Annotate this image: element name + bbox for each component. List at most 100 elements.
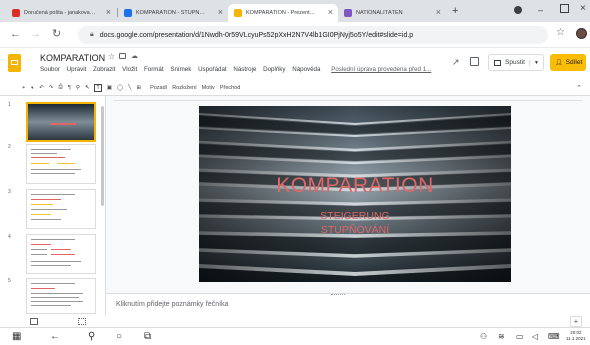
slide-subtitle-line-1[interactable]: STEIGERUNG <box>199 210 511 222</box>
battery-icon[interactable]: ▭ <box>516 331 524 343</box>
slide-number: 5 <box>8 278 11 284</box>
activity-trend-icon[interactable]: ↗ <box>452 57 460 68</box>
search-icon[interactable]: ⚲ <box>88 331 95 343</box>
slides-header: KOMPARATION ☆ ☁ Soubor Upravit Zobrazit … <box>0 48 590 80</box>
print-icon[interactable]: ⎙ <box>58 84 62 91</box>
docs-icon <box>124 9 132 17</box>
paint-format-icon[interactable]: ¶ <box>68 85 71 91</box>
chevron-down-icon[interactable]: ▼ <box>30 85 34 90</box>
filmstrip-view-icon[interactable] <box>30 318 38 325</box>
last-edit-link[interactable]: Poslední úprava provedena před 1... <box>331 66 431 73</box>
share-button[interactable]: 👤︎ Sdílet <box>550 54 586 71</box>
menu-item-slide[interactable]: Snímek <box>170 66 191 73</box>
slide-title[interactable]: KOMPARATION <box>199 174 511 198</box>
slide-subtitle-line-2[interactable]: STUPŇOVÁNÍ <box>199 224 511 236</box>
grid-view-icon[interactable] <box>78 318 86 325</box>
layout-button[interactable]: Rozložení <box>172 85 196 91</box>
close-icon[interactable]: × <box>218 7 223 17</box>
slide-filmstrip: 1 2 3 4 5 <box>0 96 106 316</box>
close-icon[interactable]: × <box>106 7 111 17</box>
menu-item-file[interactable]: Soubor <box>40 66 60 73</box>
avatar[interactable] <box>576 28 587 39</box>
menu-item-view[interactable]: Zobrazit <box>93 66 115 73</box>
comments-icon[interactable] <box>470 57 479 66</box>
line-icon[interactable]: ╲ <box>128 85 131 91</box>
menu-item-format[interactable]: Formát <box>144 66 164 73</box>
image-icon[interactable]: ▣ <box>107 85 112 91</box>
menu-item-arrange[interactable]: Uspořádat <box>198 66 227 73</box>
slide-thumbnail-4[interactable] <box>26 234 96 274</box>
tab-nationalitaten[interactable]: NATIONALITÄTEN × <box>338 4 446 22</box>
window-close-icon[interactable]: × <box>580 3 586 14</box>
slide-thumbnail-3[interactable] <box>26 189 96 229</box>
slide-number: 3 <box>8 189 11 195</box>
transition-button[interactable]: Přechod <box>220 85 241 91</box>
windows-start-icon[interactable]: ▦ <box>12 331 21 343</box>
star-icon[interactable]: ☆ <box>108 52 115 61</box>
bookmark-star-icon[interactable]: ☆ <box>556 27 565 38</box>
back-arrow-icon[interactable]: ← <box>50 331 60 343</box>
system-clock[interactable]: 20:02 11.1.2021 <box>566 330 586 342</box>
slide-number: 4 <box>8 234 11 240</box>
comment-add-icon[interactable]: ⊞ <box>136 85 141 91</box>
task-view-icon[interactable]: ⧉ <box>144 331 151 343</box>
explore-icon[interactable]: + <box>570 316 582 327</box>
menu-item-addons[interactable]: Doplňky <box>263 66 285 73</box>
back-arrow-icon[interactable]: ← <box>10 28 21 40</box>
url-text: docs.google.com/presentation/d/1Nwdh-0r5… <box>99 31 414 39</box>
menu-item-help[interactable]: Nápověda <box>292 66 320 73</box>
chevron-down-icon[interactable]: ▼ <box>529 59 539 66</box>
slide-canvas[interactable]: KOMPARATION STEIGERUNG STUPŇOVÁNÍ <box>199 106 511 282</box>
keyboard-icon[interactable]: ⌨ <box>548 331 560 343</box>
menu-item-tools[interactable]: Nástroje <box>233 66 256 73</box>
background-button[interactable]: Pozadí <box>150 85 167 91</box>
cortana-icon[interactable]: ○ <box>116 331 122 343</box>
forward-arrow-icon[interactable]: → <box>30 28 41 40</box>
profile-icon[interactable] <box>514 6 522 14</box>
slides-logo-icon[interactable] <box>8 54 21 72</box>
speaker-notes-panel[interactable]: Kliknutím přidejte poznámky řečníka <box>106 293 590 316</box>
tab-title: NATIONALITÄTEN <box>356 10 403 16</box>
tab-gmail[interactable]: Doručená pošta - janakova@... × <box>6 4 116 22</box>
doc-title[interactable]: KOMPARATION <box>40 53 105 63</box>
tab-title: KOMPARATION - Prezentace G... <box>246 10 329 16</box>
wifi-icon[interactable]: ≋ <box>498 331 505 343</box>
filmstrip-scrollbar[interactable] <box>101 106 104 206</box>
close-icon[interactable]: × <box>436 7 441 17</box>
menu-item-edit[interactable]: Upravit <box>67 66 87 73</box>
person-add-icon: 👤︎ <box>555 60 563 66</box>
select-cursor-icon[interactable]: ↖ <box>85 85 90 91</box>
move-folder-icon[interactable] <box>119 53 126 59</box>
people-icon[interactable]: ⚇ <box>480 331 487 343</box>
slide-thumbnail-2[interactable] <box>26 144 96 184</box>
slide-thumbnail-5[interactable] <box>26 278 96 314</box>
horizontal-ruler <box>114 96 582 101</box>
tab-komparation-doc[interactable]: KOMPARATION - STUPŇOVÁ... × <box>118 4 228 22</box>
reload-icon[interactable]: ↻ <box>52 27 61 40</box>
minimize-icon[interactable]: – <box>538 5 543 15</box>
new-slide-icon[interactable]: + <box>22 85 25 91</box>
maximize-icon[interactable] <box>560 4 569 13</box>
new-tab-button[interactable]: + <box>452 5 458 17</box>
forms-icon <box>344 9 352 17</box>
slide-thumbnail-1[interactable] <box>26 102 96 142</box>
speaker-notes-placeholder[interactable]: Kliknutím přidejte poznámky řečníka <box>116 301 228 308</box>
zoom-icon[interactable]: ⚲ <box>76 85 80 91</box>
notes-resize-handle[interactable] <box>331 294 345 297</box>
tab-title: Doručená pošta - janakova@... <box>24 10 100 16</box>
shape-icon[interactable]: ◯ <box>117 85 123 91</box>
tab-komparation-slides[interactable]: KOMPARATION - Prezentace G... × <box>228 4 338 22</box>
present-label: Spustit <box>505 59 525 66</box>
undo-icon[interactable]: ↶ <box>39 85 44 91</box>
theme-button[interactable]: Motiv <box>202 85 215 91</box>
textbox-icon[interactable]: T <box>94 83 102 92</box>
close-icon[interactable]: × <box>328 7 333 17</box>
collapse-chevron-icon[interactable]: ⌃ <box>576 84 582 92</box>
lock-icon: 🔒︎ <box>90 31 94 38</box>
tab-title: KOMPARATION - STUPŇOVÁ... <box>136 10 216 16</box>
present-button[interactable]: Spustit ▼ <box>488 54 544 71</box>
volume-icon[interactable]: ◁ <box>532 331 538 343</box>
url-input[interactable]: 🔒︎ docs.google.com/presentation/d/1Nwdh-… <box>78 26 548 44</box>
redo-icon[interactable]: ↷ <box>49 85 54 91</box>
menu-item-insert[interactable]: Vložit <box>122 66 137 73</box>
